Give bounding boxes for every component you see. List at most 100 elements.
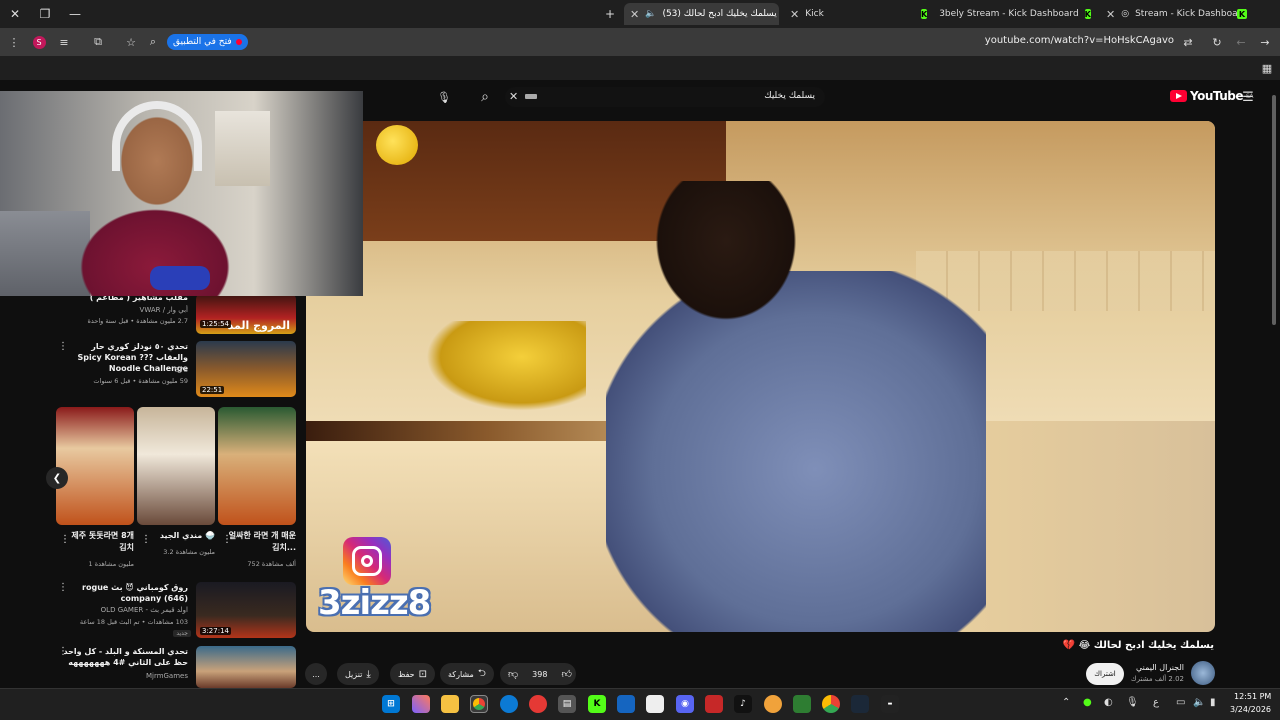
short-thumbnail[interactable]: [137, 407, 215, 525]
recommendation-channel[interactable]: اولد قيمر بث - OLD GAMER: [101, 606, 188, 614]
tray-app-icon[interactable]: ●: [1083, 697, 1092, 708]
reload-icon[interactable]: ↻: [1208, 33, 1226, 51]
share-icon: ⮌: [477, 667, 486, 679]
keyboard-icon[interactable]: [525, 94, 537, 99]
new-badge: جديد: [173, 630, 191, 637]
short-thumbnail[interactable]: [218, 407, 296, 525]
recommendation-channel[interactable]: أبي وار / VWAR: [140, 306, 188, 314]
address-bar[interactable]: youtube.com/watch?v=HoHskCAgavo: [985, 35, 1174, 46]
back-icon[interactable]: →: [1256, 33, 1274, 51]
subscribe-button[interactable]: اشتراك: [1086, 663, 1124, 685]
download-button[interactable]: تنزيل ⤓: [337, 663, 379, 685]
battery-icon[interactable]: ▮: [1210, 697, 1216, 708]
more-options-icon[interactable]: ⋮: [141, 534, 151, 545]
video-thumbnail[interactable]: المروج المد 1:25:54: [196, 294, 296, 334]
chrome-icon[interactable]: [470, 695, 488, 713]
tab-strip: ✕ ❐ — + ✕ 🔈 (53) يسلمك يخليك ادبح لحالك …: [0, 0, 1280, 28]
app-icon[interactable]: [529, 695, 547, 713]
minimize-window-icon[interactable]: —: [60, 0, 90, 28]
tab-kick-dashboard-2[interactable]: ✕ ◎ Stream - Kick Dashboard: [1100, 3, 1260, 25]
thumbnail-caption: المروج المد: [227, 319, 290, 332]
page-scrollbar[interactable]: [1272, 95, 1276, 325]
chrome-alt-icon[interactable]: [822, 695, 840, 713]
new-tab-button[interactable]: +: [595, 0, 625, 28]
store-icon[interactable]: ▤: [558, 695, 576, 713]
search-icon[interactable]: ⌕: [476, 88, 494, 106]
dislike-icon[interactable]: 👎︎: [508, 668, 518, 680]
start-menu-icon[interactable]: ⊞: [382, 695, 400, 713]
tray-app-icon[interactable]: ◐: [1104, 697, 1113, 708]
tab-kick-dashboard-1[interactable]: K 3bely Stream - Kick Dashboard K: [915, 3, 1095, 25]
tab-youtube[interactable]: ✕ 🔈 (53) يسلمك يخليك ادبح لحالك: [624, 3, 779, 25]
recommendation-channel[interactable]: S7S: [175, 366, 188, 374]
clock-time[interactable]: 12:51 PM: [1234, 692, 1271, 701]
steam-icon[interactable]: [851, 695, 869, 713]
app-icon[interactable]: ▬: [881, 695, 899, 713]
tab-close-icon[interactable]: ✕: [630, 8, 639, 21]
open-in-app-button[interactable]: فتح في التطبيق: [167, 34, 248, 50]
video-thumbnail[interactable]: 22:51: [196, 341, 296, 397]
file-explorer-icon[interactable]: [441, 695, 459, 713]
restore-window-icon[interactable]: ❐: [30, 0, 60, 28]
tab-label: Stream - Kick Dashboard: [1135, 9, 1247, 19]
save-button[interactable]: حفظ ⊡: [390, 663, 435, 685]
app-icon[interactable]: [793, 695, 811, 713]
edge-icon[interactable]: [500, 695, 518, 713]
tab-close-icon[interactable]: ✕: [790, 8, 799, 21]
search-icon[interactable]: ⌕: [144, 33, 162, 51]
short-thumbnail[interactable]: [56, 407, 134, 525]
tray-overflow-icon[interactable]: ⌃: [1062, 697, 1070, 708]
forward-icon[interactable]: ←: [1232, 33, 1250, 51]
recommendation-item[interactable]: 3:27:14 ⋮ روق كومباني 😈 بث rogue company…: [58, 582, 296, 638]
network-icon[interactable]: ▭: [1176, 697, 1185, 708]
video-thumbnail[interactable]: 3:27:14: [196, 582, 296, 638]
share-label: مشاركة: [448, 669, 474, 679]
profile-avatar[interactable]: S: [30, 33, 48, 51]
channel-avatar[interactable]: [1191, 661, 1215, 685]
hamburger-menu-icon[interactable]: ☰: [1239, 88, 1257, 106]
tab-kick[interactable]: ✕ Kick: [784, 3, 909, 25]
site-settings-icon[interactable]: ⇄: [1179, 33, 1197, 51]
clear-search-icon[interactable]: ✕: [509, 90, 518, 103]
discord-icon[interactable]: ◉: [676, 695, 694, 713]
more-options-icon[interactable]: ⋮: [222, 534, 232, 545]
menu-dots-icon[interactable]: ⋮: [5, 33, 23, 51]
share-button[interactable]: مشاركة ⮌: [440, 663, 494, 685]
volume-icon[interactable]: 🔈: [1193, 697, 1205, 708]
kick-app-icon[interactable]: K: [588, 695, 606, 713]
app-icon[interactable]: [705, 695, 723, 713]
more-actions-button[interactable]: ...: [305, 663, 327, 685]
bookmark-star-icon[interactable]: ☆: [122, 33, 140, 51]
close-window-icon[interactable]: ✕: [0, 0, 30, 28]
like-icon[interactable]: 👍︎: [561, 668, 571, 680]
app-icon[interactable]: [764, 695, 782, 713]
apps-grid-icon[interactable]: ▦: [1258, 59, 1276, 77]
youtube-dot-icon: [235, 39, 242, 45]
video-player[interactable]: 3zizz8: [306, 121, 1215, 632]
recommendation-item[interactable]: ⋮ تحدي المسنكة و البلد - كل واحد حظ على …: [58, 646, 296, 688]
recommendation-meta: 2.7 مليون مشاهدة • قبل سنة واحدة: [87, 317, 188, 325]
tiktok-icon[interactable]: ♪: [734, 695, 752, 713]
search-input[interactable]: ✕ يسلمك يخليك: [505, 87, 825, 107]
youtube-logo-icon: [1170, 90, 1187, 102]
mute-tab-icon[interactable]: 🔈: [645, 9, 656, 19]
recommendation-item[interactable]: 22:51 ⋮ تحدي ٥٠ نودلز كوري حار والعقاب ?…: [58, 341, 296, 397]
more-options-icon[interactable]: ⋮: [60, 534, 70, 545]
short-title: مندي الجيد 🍚: [159, 531, 215, 540]
short-title: 얼싸한 라면 개 매운김치...: [228, 531, 296, 552]
tray-mic-icon[interactable]: 🎙: [1126, 697, 1139, 708]
app-icon[interactable]: [617, 695, 635, 713]
microphone-icon[interactable]: 🎙: [435, 88, 453, 106]
channel-name[interactable]: الجنرال اليمني: [1136, 663, 1184, 672]
notepad-icon[interactable]: [646, 695, 664, 713]
reading-list-icon[interactable]: ≡: [55, 33, 73, 51]
tab-close-icon[interactable]: ✕: [1106, 8, 1115, 21]
recommendation-channel[interactable]: MjrmGames: [146, 672, 188, 680]
shorts-prev-arrow-icon[interactable]: ❮: [46, 467, 68, 489]
recommendation-item[interactable]: المروج المد 1:25:54 مقلب مشاهير ( مطاعم …: [58, 293, 296, 334]
keyboard-language[interactable]: ع: [1153, 697, 1159, 708]
extensions-icon[interactable]: ⧉: [89, 33, 107, 51]
video-thumbnail[interactable]: [196, 646, 296, 688]
clock-date[interactable]: 3/24/2026: [1230, 705, 1271, 714]
copilot-icon[interactable]: [412, 695, 430, 713]
